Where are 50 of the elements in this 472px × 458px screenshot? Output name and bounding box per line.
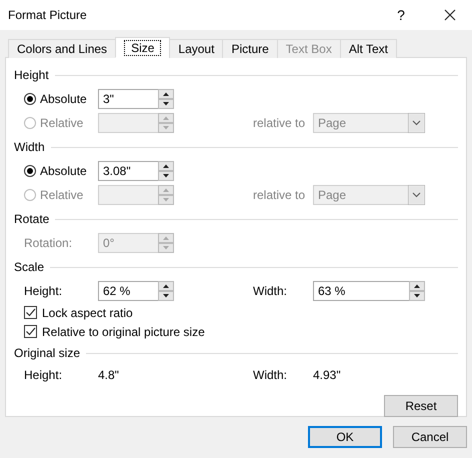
tab[interactable]: Layout — [169, 39, 224, 58]
checkbox-label: Lock aspect ratio — [42, 306, 133, 320]
dialog-button[interactable]: OK — [308, 426, 382, 448]
help-button[interactable]: ? — [386, 0, 416, 30]
reset-button[interactable]: Reset — [384, 395, 458, 417]
checkbox-label: Relative to original picture size — [42, 324, 205, 338]
close-icon — [444, 9, 456, 21]
checkbox[interactable] — [24, 325, 37, 338]
number-field[interactable]: 3.08" — [98, 161, 174, 181]
tab[interactable]: Size — [115, 37, 170, 58]
radio-label: Relative — [40, 188, 84, 202]
spinner-icon — [158, 89, 174, 109]
chevron-icon — [408, 185, 425, 205]
section-heading: Rotate — [14, 212, 50, 226]
value-text: 4.93" — [313, 368, 342, 382]
radio-button[interactable] — [24, 165, 36, 177]
spinner-icon — [158, 281, 174, 301]
spinner-icon — [158, 161, 174, 181]
spinner-icon — [158, 185, 174, 205]
radio-label: Absolute — [40, 92, 87, 106]
radio-label: Absolute — [40, 164, 87, 178]
window-title: Format Picture — [8, 8, 88, 22]
spinner-icon — [158, 113, 174, 133]
field-label: relative to — [253, 116, 306, 130]
tab[interactable]: Alt Text — [340, 39, 397, 58]
value-text: 4.8" — [98, 368, 120, 382]
field-label: Height: — [24, 368, 64, 382]
section-heading: Scale — [14, 260, 46, 274]
section-heading: Width — [14, 140, 46, 154]
dialog-button[interactable]: Cancel — [393, 426, 467, 448]
tab[interactable]: Picture — [222, 39, 278, 58]
section-heading: Original size — [14, 346, 82, 360]
field-label: Rotation: — [24, 236, 74, 250]
field-label: Width: — [253, 284, 288, 298]
number-field[interactable]: 3" — [98, 89, 174, 109]
field-label: Height: — [24, 284, 64, 298]
field-label: relative to — [253, 188, 306, 202]
radio-label: Relative — [40, 116, 84, 130]
checkmark-icon — [25, 326, 36, 337]
checkmark-icon — [25, 307, 36, 318]
spinner-icon — [409, 281, 425, 301]
number-field[interactable]: 62 % — [98, 281, 174, 301]
chevron-icon — [408, 113, 425, 133]
number-field[interactable]: 63 % — [313, 281, 425, 301]
radio-button[interactable] — [24, 93, 36, 105]
field-label: Width: — [253, 368, 288, 382]
section-heading: Height — [14, 68, 50, 82]
spinner-icon — [158, 233, 174, 253]
checkbox[interactable] — [24, 306, 37, 319]
tab[interactable]: Colors and Lines — [8, 39, 116, 58]
